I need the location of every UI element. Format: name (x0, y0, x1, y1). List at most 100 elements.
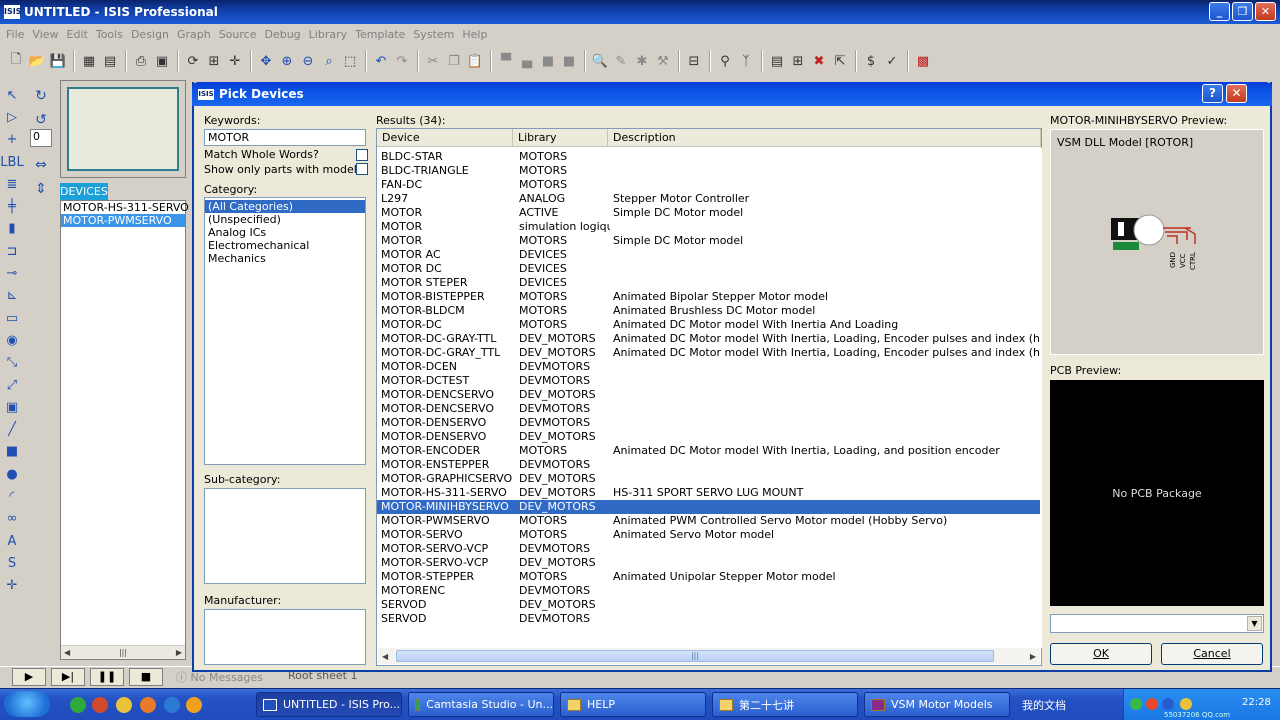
result-row[interactable]: MOTOR-DENCSERVO DEV_MOTORS (377, 388, 1041, 402)
device-list-scrollbar[interactable]: ◀ ||| ▶ (61, 645, 185, 659)
decompose-icon[interactable]: ⚒ (653, 51, 673, 71)
result-row[interactable]: MOTOR AC DEVICES (377, 248, 1041, 262)
task-isis[interactable]: UNTITLED - ISIS Pro... (256, 692, 402, 717)
path-icon[interactable]: ∞ (2, 508, 22, 530)
result-row[interactable]: MOTOR-SERVO-VCP DEV_MOTORS (377, 556, 1041, 570)
cut-icon[interactable]: ✂ (423, 51, 443, 71)
category-item[interactable]: Mechanics (205, 252, 365, 265)
task-lecture-folder[interactable]: 第二十七讲 (712, 692, 858, 717)
result-row[interactable]: FAN-DC MOTORS (377, 178, 1041, 192)
circle-icon[interactable]: ● (2, 463, 22, 485)
current-probe-icon[interactable]: ⤢ (2, 374, 22, 396)
mirror-horizontal-icon[interactable]: ⇔ (30, 153, 52, 177)
match-whole-words-checkbox[interactable] (356, 149, 368, 161)
new-sheet-icon[interactable]: ▤ (767, 51, 787, 71)
result-row[interactable]: MOTOR-DCTEST DEVMOTORS (377, 374, 1041, 388)
grid-icon[interactable]: ⊞ (204, 51, 224, 71)
result-row[interactable]: SERVOD DEV_MOTORS (377, 598, 1041, 612)
rotation-angle-field[interactable]: 0 (30, 129, 52, 147)
block-move-icon[interactable]: ▄ (517, 51, 537, 71)
package-select[interactable]: ▼ (1050, 614, 1264, 633)
ok-button[interactable]: OK (1050, 643, 1152, 665)
bill-of-materials-icon[interactable]: $ (861, 51, 881, 71)
overview-window[interactable] (60, 80, 186, 178)
device-item[interactable]: MOTOR-HS-311-SERVO (61, 201, 189, 214)
dialog-close-button[interactable]: ✕ (1226, 84, 1247, 103)
result-row[interactable]: MOTOR-DENSERVO DEVMOTORS (377, 416, 1041, 430)
export-icon[interactable]: ▤ (100, 51, 120, 71)
menu-edit[interactable]: Edit (67, 28, 88, 41)
print-icon[interactable]: ⎙ (131, 51, 151, 71)
menu-file[interactable]: File (6, 28, 24, 41)
result-row[interactable]: MOTOR-BISTEPPER MOTORS Animated Bipolar St… (377, 290, 1041, 304)
graph-icon[interactable]: ⊾ (2, 285, 22, 307)
category-item-selected[interactable]: (All Categories) (205, 200, 365, 213)
property-tool-icon[interactable]: ᛉ (736, 51, 756, 71)
undo-icon[interactable]: ↶ (371, 51, 391, 71)
goto-sheet-icon[interactable]: ⇱ (830, 51, 850, 71)
tray-sound-icon[interactable] (1162, 698, 1174, 710)
quicklaunch-music-icon[interactable] (140, 697, 156, 713)
result-row[interactable]: MOTOR-HS-311-SERVO DEV_MOTORS HS-311 SPORT… (377, 486, 1041, 500)
cancel-button[interactable]: Cancel (1161, 643, 1263, 665)
device-item-selected[interactable]: MOTOR-PWMSERVO (61, 214, 185, 227)
generator-icon[interactable]: ◉ (2, 329, 22, 351)
packaging-tool-icon[interactable]: ✱ (632, 51, 652, 71)
step-button[interactable]: ▶| (51, 668, 85, 686)
wire-autorouter-icon[interactable]: ⊟ (684, 51, 704, 71)
add-sheet-icon[interactable]: ⊞ (788, 51, 808, 71)
subcircuit-icon[interactable]: ▮ (2, 218, 22, 240)
result-row[interactable]: MOTOR-STEPPER MOTORS Animated Unipolar Ste… (377, 570, 1041, 584)
keywords-input[interactable]: MOTOR (204, 129, 366, 146)
result-row[interactable]: MOTOR-GRAPHICSERVO DEV_MOTORS (377, 472, 1041, 486)
result-row[interactable]: L297 ANALOG Stepper Motor Controller (377, 192, 1041, 206)
minimize-button[interactable]: _ (1209, 2, 1230, 21)
result-row[interactable]: MOTOR-SERVO MOTORS Animated Servo Motor mo… (377, 528, 1041, 542)
copy-icon[interactable]: ❐ (444, 51, 464, 71)
result-row[interactable]: MOTOR-ENSTEPPER DEVMOTORS (377, 458, 1041, 472)
column-description[interactable]: Description (608, 129, 1041, 147)
netlist-to-ares-icon[interactable]: ▩ (913, 51, 933, 71)
quicklaunch-app-icon[interactable] (92, 697, 108, 713)
category-item[interactable]: Electromechanical (205, 239, 365, 252)
result-row[interactable]: BLDC-TRIANGLE MOTORS (377, 164, 1041, 178)
pan-icon[interactable]: ✥ (256, 51, 276, 71)
paste-icon[interactable]: 📋 (465, 51, 485, 71)
origin-icon[interactable]: ✛ (225, 51, 245, 71)
dialog-help-button[interactable]: ? (1202, 84, 1223, 103)
menu-view[interactable]: View (32, 28, 58, 41)
column-library[interactable]: Library (513, 129, 608, 147)
tray-qq-icon[interactable] (1180, 698, 1192, 710)
result-row[interactable]: MOTOR MOTORS Simple DC Motor model (377, 234, 1041, 248)
rotate-clockwise-icon[interactable]: ↻ (30, 84, 52, 108)
pause-button[interactable]: ❚❚ (90, 668, 124, 686)
component-mode-icon[interactable]: ▷ (2, 106, 22, 128)
quicklaunch-chat-icon[interactable] (164, 697, 180, 713)
virtual-instrument-icon[interactable]: ▣ (2, 396, 22, 418)
results-horizontal-scrollbar[interactable]: ◀ ||| ▶ (378, 648, 1040, 664)
make-device-icon[interactable]: ✎ (611, 51, 631, 71)
redo-icon[interactable]: ↷ (392, 51, 412, 71)
result-row[interactable]: MOTOR-DENCSERVO DEVMOTORS (377, 402, 1041, 416)
category-item[interactable]: (Unspecified) (205, 213, 365, 226)
bus-icon[interactable]: ╪ (2, 195, 22, 217)
result-row[interactable]: MOTORENC DEVMOTORS (377, 584, 1041, 598)
menu-debug[interactable]: Debug (264, 28, 300, 41)
print-area-icon[interactable]: ▣ (152, 51, 172, 71)
block-rotate-icon[interactable]: ■ (538, 51, 558, 71)
remove-sheet-icon[interactable]: ✖ (809, 51, 829, 71)
result-row[interactable]: MOTOR-DENSERVO DEV_MOTORS (377, 430, 1041, 444)
result-row[interactable]: BLDC-STAR MOTORS (377, 150, 1041, 164)
result-row[interactable]: MOTOR-DC-GRAY_TTL DEV_MOTORS Animated DC M… (377, 346, 1041, 360)
result-row[interactable]: MOTOR-BLDCM MOTORS Animated Brushless DC M… (377, 304, 1041, 318)
quicklaunch-folder-icon[interactable] (186, 697, 202, 713)
menu-library[interactable]: Library (309, 28, 347, 41)
show-models-checkbox[interactable] (356, 163, 368, 175)
task-camtasia[interactable]: Camtasia Studio - Un... (408, 692, 554, 717)
result-row[interactable]: MOTOR-PWMSERVO MOTORS Animated PWM Control… (377, 514, 1041, 528)
play-button[interactable]: ▶ (12, 668, 46, 686)
marker-icon[interactable]: ✛ (2, 575, 22, 597)
result-row[interactable]: MOTOR-DC MOTORS Animated DC Motor model Wi… (377, 318, 1041, 332)
junction-dot-icon[interactable]: + (2, 129, 22, 151)
selection-mode-icon[interactable]: ↖ (2, 84, 22, 106)
